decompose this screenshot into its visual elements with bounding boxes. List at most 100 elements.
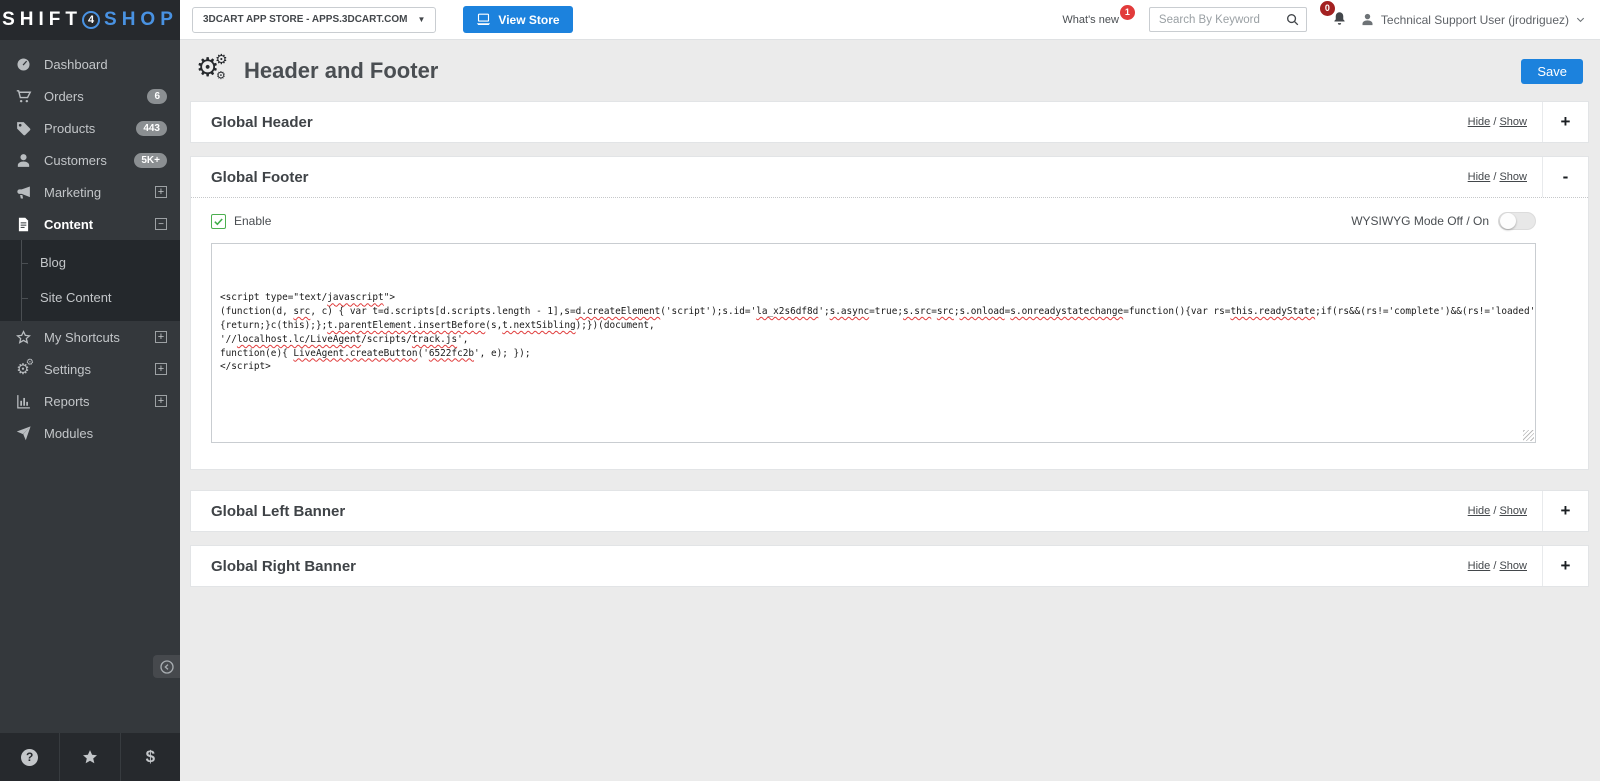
expand-section-button[interactable]: + (1542, 546, 1588, 586)
enable-label: Enable (234, 214, 271, 228)
search-input[interactable] (1150, 14, 1268, 26)
gears-icon: ⚙⚙ (14, 360, 32, 378)
whats-new-badge: 1 (1120, 5, 1135, 20)
save-button[interactable]: Save (1521, 59, 1583, 84)
collapse-section-button[interactable]: - (1542, 157, 1588, 197)
editor-options-row: Enable WYSIWYG Mode Off / On (211, 212, 1568, 230)
sidebar-item-orders[interactable]: Orders 6 (0, 80, 180, 112)
content-submenu: Blog Site Content (0, 240, 180, 321)
sidebar-item-products[interactable]: Products 443 (0, 112, 180, 144)
hide-show-links: Hide / Show (1468, 505, 1542, 517)
sidebar-item-modules[interactable]: Modules (0, 417, 180, 449)
section-title: Global Header (191, 114, 313, 131)
bar-chart-icon (14, 392, 32, 410)
sidebar-item-dashboard[interactable]: Dashboard (0, 48, 180, 80)
main-area: 3DCART APP STORE - APPS.3DCART.COM ▼ Vie… (180, 0, 1600, 781)
sidebar-item-site-content[interactable]: Site Content (0, 280, 180, 315)
sidebar-item-my-shortcuts[interactable]: My Shortcuts (0, 321, 180, 353)
tag-icon (14, 119, 32, 137)
hide-show-links: Hide / Show (1468, 560, 1542, 572)
sidebar-nav: Dashboard Orders 6 Products 443 Customer… (0, 40, 180, 449)
resize-grip[interactable] (1523, 430, 1534, 441)
settings-gears-icon: ⚙⚙⚙ (196, 56, 230, 86)
dollar-icon: $ (146, 747, 155, 767)
sidebar-item-label: Settings (44, 362, 91, 377)
help-icon: ? (21, 749, 38, 766)
expand-plus-icon[interactable] (155, 331, 167, 343)
user-icon (1360, 12, 1375, 27)
collapse-minus-icon[interactable] (155, 218, 167, 230)
star-icon (81, 748, 99, 766)
whats-new-label: What's new (1062, 14, 1119, 26)
page-content: ⚙⚙⚙ Header and Footer Save Global Header… (180, 40, 1600, 781)
footer-code-editor[interactable]: <script type="text/javascript">(function… (211, 243, 1536, 443)
check-icon (213, 216, 224, 227)
expand-section-button[interactable]: + (1542, 491, 1588, 531)
store-selector-dropdown[interactable]: 3DCART APP STORE - APPS.3DCART.COM ▼ (192, 7, 436, 33)
section-global-footer: Global Footer Hide / Show - Enable WYSIW… (190, 156, 1589, 470)
section-title: Global Footer (191, 169, 309, 186)
sidebar-item-reports[interactable]: Reports (0, 385, 180, 417)
topbar-search (1149, 7, 1307, 32)
favorites-button[interactable] (60, 733, 120, 781)
wysiwyg-toggle[interactable] (1498, 212, 1536, 230)
sidebar: SHIFT 4 SHOP Dashboard Orders 6 Products… (0, 0, 180, 781)
store-selector-label: 3DCART APP STORE - APPS.3DCART.COM (203, 14, 407, 25)
brand-logo[interactable]: SHIFT 4 SHOP (0, 0, 180, 40)
hide-link[interactable]: Hide (1468, 560, 1491, 572)
sidebar-item-label: Customers (44, 153, 107, 168)
billing-button[interactable]: $ (121, 733, 180, 781)
section-controls: Hide / Show + (1468, 102, 1588, 142)
section-controls: Hide / Show - (1468, 157, 1588, 197)
sidebar-item-marketing[interactable]: Marketing (0, 176, 180, 208)
sidebar-item-label: Content (44, 217, 93, 232)
hide-link[interactable]: Hide (1468, 171, 1491, 183)
expand-plus-icon[interactable] (155, 363, 167, 375)
sidebar-item-label: Reports (44, 394, 90, 409)
sidebar-item-customers[interactable]: Customers 5K+ (0, 144, 180, 176)
show-link[interactable]: Show (1499, 171, 1527, 183)
sidebar-item-label: Marketing (44, 185, 101, 200)
sidebar-item-label: Dashboard (44, 57, 108, 72)
toggle-knob (1500, 213, 1516, 229)
section-title: Global Right Banner (191, 558, 356, 575)
section-controls: Hide / Show + (1468, 491, 1588, 531)
sidebar-item-blog[interactable]: Blog (0, 245, 180, 280)
notifications-button[interactable]: 0 (1331, 9, 1348, 31)
sidebar-item-label: Modules (44, 426, 93, 441)
wysiwyg-control: WYSIWYG Mode Off / On (1351, 212, 1536, 230)
person-icon (14, 151, 32, 169)
orders-count-badge: 6 (147, 89, 167, 104)
search-icon[interactable] (1285, 12, 1300, 32)
expand-section-button[interactable]: + (1542, 102, 1588, 142)
rocket-icon (14, 424, 32, 442)
sidebar-collapse-button[interactable] (153, 655, 180, 678)
global-footer-editor-panel: Enable WYSIWYG Mode Off / On <script typ… (191, 197, 1588, 469)
whats-new-link[interactable]: What's new 1 (1062, 14, 1119, 26)
customers-count-badge: 5K+ (134, 153, 167, 168)
caret-down-icon: ▼ (417, 15, 425, 24)
hide-link[interactable]: Hide (1468, 116, 1491, 128)
sidebar-footer: ? $ (0, 733, 180, 781)
view-store-button[interactable]: View Store (463, 6, 572, 33)
section-header: Global Header Hide / Show + (191, 102, 1588, 142)
expand-plus-icon[interactable] (155, 186, 167, 198)
sidebar-item-settings[interactable]: ⚙⚙ Settings (0, 353, 180, 385)
help-button[interactable]: ? (0, 733, 60, 781)
section-header: Global Left Banner Hide / Show + (191, 491, 1588, 531)
brand-logo-number: 4 (82, 11, 100, 29)
enable-checkbox[interactable] (211, 214, 226, 229)
show-link[interactable]: Show (1499, 116, 1527, 128)
expand-plus-icon[interactable] (155, 395, 167, 407)
user-menu[interactable]: Technical Support User (jrodriguez) (1360, 12, 1586, 27)
section-global-right-banner: Global Right Banner Hide / Show + (190, 545, 1589, 587)
show-link[interactable]: Show (1499, 560, 1527, 572)
sidebar-item-content[interactable]: Content (0, 208, 180, 240)
chevron-left-circle-icon (159, 659, 175, 675)
chevron-down-icon (1575, 14, 1586, 25)
hide-link[interactable]: Hide (1468, 505, 1491, 517)
show-link[interactable]: Show (1499, 505, 1527, 517)
document-icon (14, 215, 32, 233)
hide-show-links: Hide / Show (1468, 116, 1542, 128)
sidebar-item-label: My Shortcuts (44, 330, 120, 345)
